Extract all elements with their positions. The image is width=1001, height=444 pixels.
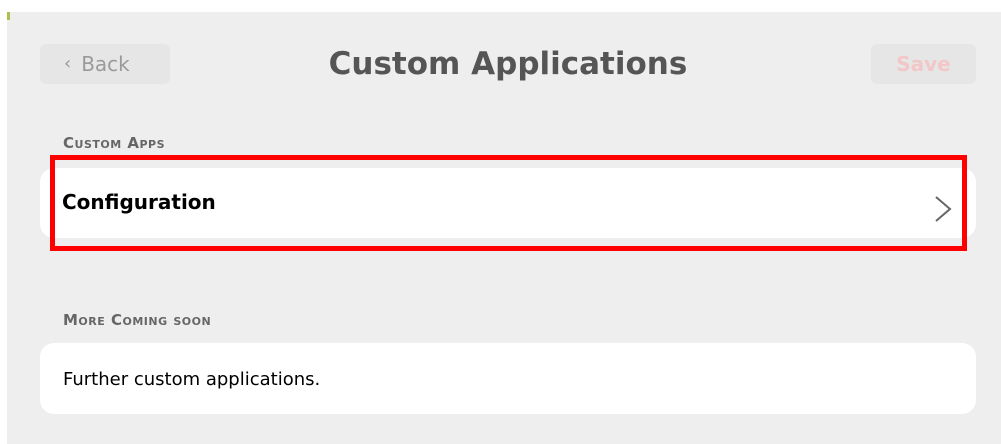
section-header-custom-apps: Custom Apps [63,134,166,152]
back-button[interactable]: ‹ Back [40,44,170,84]
configuration-label: Configuration [62,190,216,214]
list-item-further-apps: Further custom applications. [40,343,976,414]
page-title: Custom Applications [328,46,688,82]
corner-accent [7,12,10,20]
section-header-more-coming-soon: More Coming soon [63,311,212,329]
chevron-right-icon [935,196,952,222]
back-button-label: Back [81,52,130,76]
list-item-configuration[interactable]: Configuration [40,168,976,238]
chevron-left-icon: ‹ [64,52,72,74]
further-apps-label: Further custom applications. [63,369,321,390]
save-button[interactable]: Save [871,44,976,84]
